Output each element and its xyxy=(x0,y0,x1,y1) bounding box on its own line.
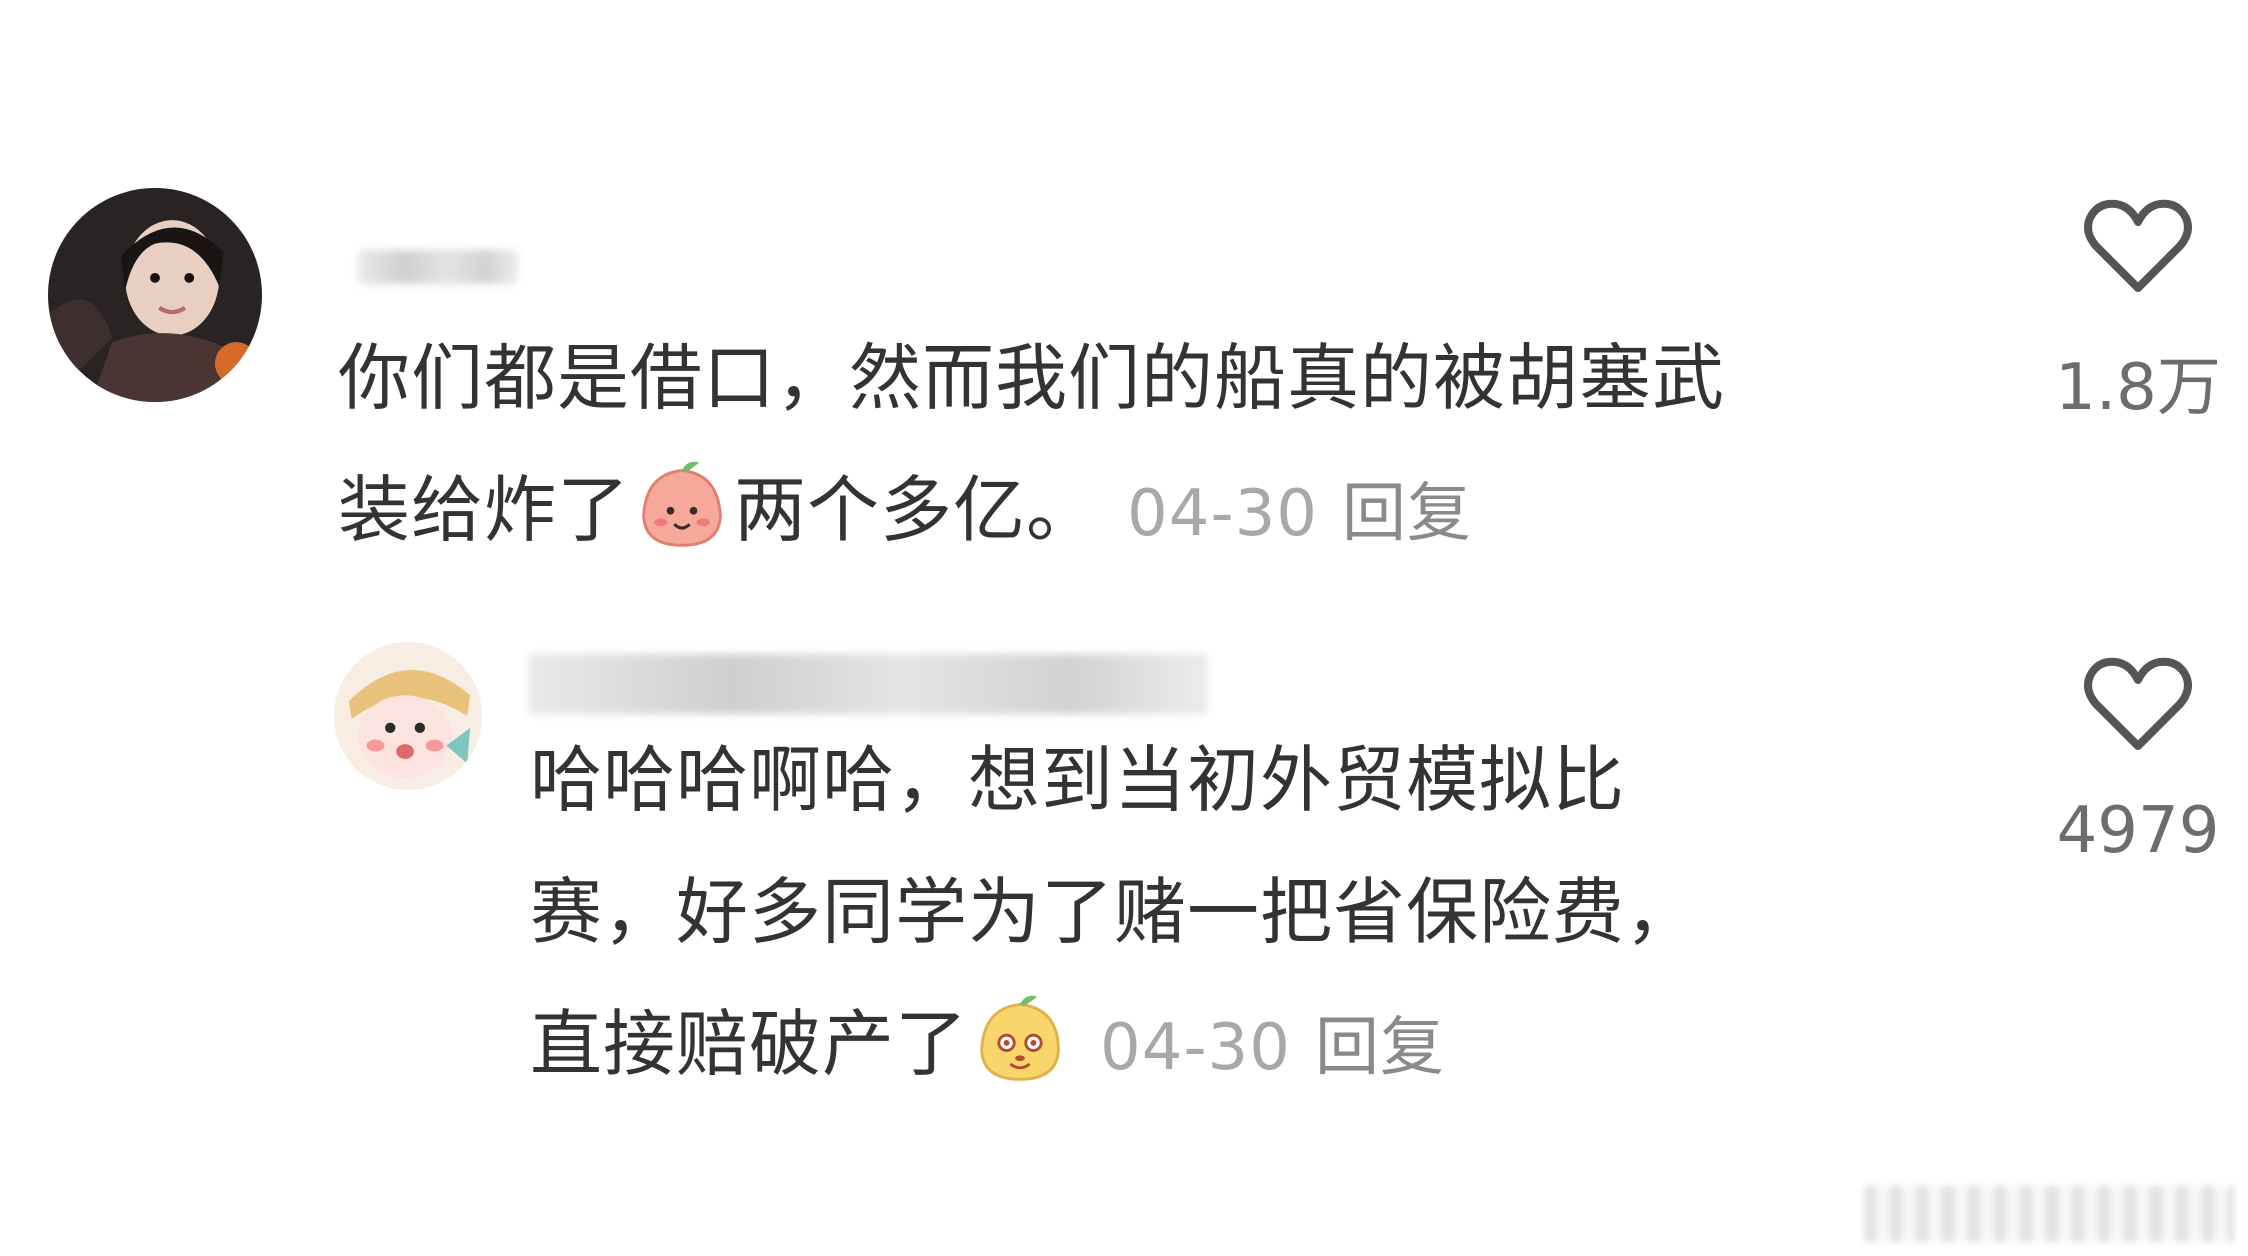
comment-body: 哈哈哈啊哈，想到当初外贸模拟比 赛，好多同学为了赌一把省保险费， 直接赔破产了 … xyxy=(530,714,2050,1114)
like-count: 4979 xyxy=(2056,794,2220,868)
reply-button[interactable]: 回复 xyxy=(1342,477,1472,551)
reply-button[interactable]: 回复 xyxy=(1315,1011,1445,1085)
comment-text-segment: 装给炸了 xyxy=(338,468,631,552)
comment-body: 你们都是借口，然而我们的船真的被胡塞武 装给炸了 两个多亿。 04-30 回复 xyxy=(338,312,2018,580)
user-avatar[interactable] xyxy=(334,642,482,790)
comment-meta: 04-30 回复 xyxy=(1127,477,1472,551)
comment-date: 04-30 xyxy=(1100,1011,1291,1085)
comment-line: 直接赔破产了 04-30 回复 xyxy=(530,978,2050,1114)
comment-reply: 哈哈哈啊哈，想到当初外贸模拟比 赛，好多同学为了赌一把省保险费， 直接赔破产了 … xyxy=(0,600,2248,1200)
username-redacted[interactable] xyxy=(358,250,518,284)
like-control[interactable]: 1.8万 xyxy=(2028,196,2248,428)
user-avatar[interactable] xyxy=(48,188,262,402)
username-redacted[interactable] xyxy=(528,654,1208,714)
watermark xyxy=(1864,1186,2234,1242)
comment-line: 你们都是借口，然而我们的船真的被胡塞武 xyxy=(338,336,1726,420)
heart-icon[interactable] xyxy=(2082,654,2194,754)
comment-text-segment: 两个多亿。 xyxy=(734,468,1100,552)
peach-smile-emoji-icon xyxy=(634,457,730,553)
like-control[interactable]: 4979 xyxy=(2028,654,2248,868)
comment-text-segment: 直接赔破产了 xyxy=(530,1002,969,1086)
comment-line: 赛，好多同学为了赌一把省保险费， xyxy=(530,870,1699,954)
comment-line: 装给炸了 两个多亿。 04-30 回复 xyxy=(338,444,2018,580)
comment-meta: 04-30 回复 xyxy=(1100,1011,1445,1085)
like-count: 1.8万 xyxy=(2055,351,2221,425)
comment-date: 04-30 xyxy=(1127,477,1318,551)
comment-top-level: 你们都是借口，然而我们的船真的被胡塞武 装给炸了 两个多亿。 04-30 回复 1.… xyxy=(0,0,2248,600)
avatar-photo-icon xyxy=(48,188,262,402)
cheeky-face-emoji-icon xyxy=(972,991,1068,1087)
heart-icon[interactable] xyxy=(2082,196,2194,296)
avatar-cartoon-icon xyxy=(334,642,482,790)
comment-line: 哈哈哈啊哈，想到当初外贸模拟比 xyxy=(530,738,1626,822)
